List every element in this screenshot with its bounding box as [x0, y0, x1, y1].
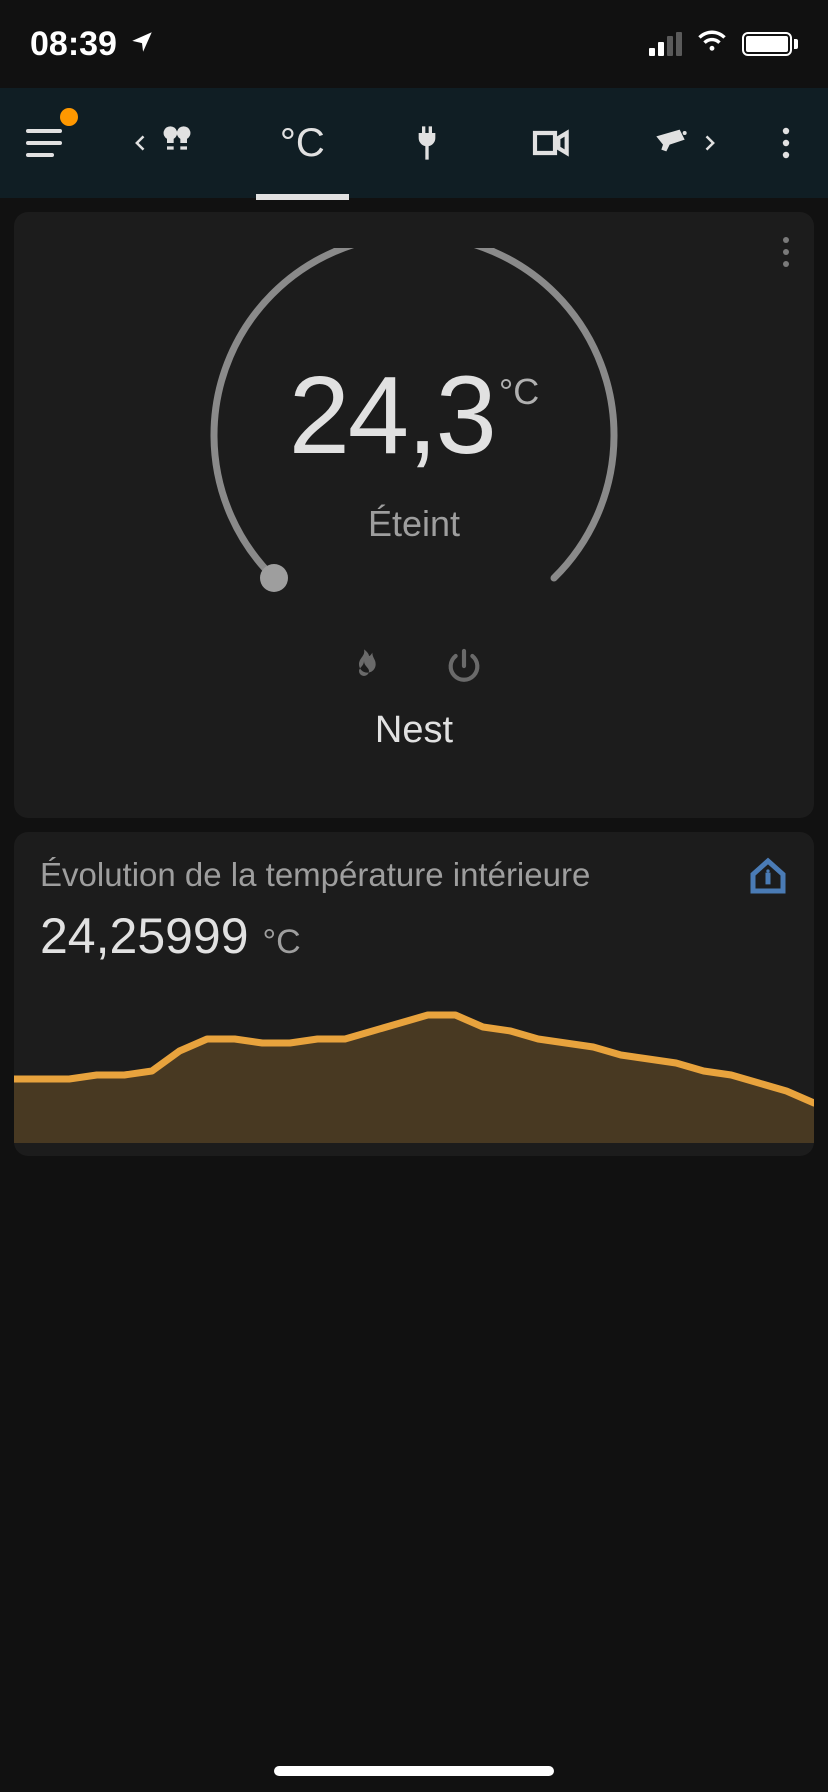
plug-icon: [407, 123, 447, 163]
status-bar: 08:39: [0, 0, 828, 88]
more-vert-icon: [782, 127, 790, 159]
thermostat-temperature: 24,3: [289, 361, 495, 471]
history-unit: °C: [263, 923, 301, 962]
status-time: 08:39: [30, 25, 117, 64]
thermostat-state: Éteint: [368, 503, 460, 545]
history-title: Évolution de la température intérieure: [40, 856, 590, 894]
home-indicator[interactable]: [274, 1766, 554, 1776]
thermostat-unit: °C: [499, 371, 539, 413]
top-nav: °C: [0, 88, 828, 198]
chevron-right-icon: [699, 133, 719, 153]
tab-camera[interactable]: [530, 123, 570, 163]
thermostat-dial[interactable]: 24,3 °C Éteint: [194, 248, 634, 628]
power-icon: [444, 646, 484, 686]
heat-mode-button[interactable]: [344, 646, 384, 691]
lightbulb-icon: [157, 123, 197, 163]
history-sparkline: [14, 983, 814, 1143]
tab-temperature[interactable]: °C: [280, 121, 325, 166]
battery-icon: [742, 32, 798, 56]
notification-dot-icon: [60, 108, 78, 126]
cellular-signal-icon: [649, 32, 682, 56]
cctv-icon: [653, 123, 693, 163]
location-icon: [129, 25, 155, 64]
more-vert-icon: [782, 236, 790, 268]
temperature-tab-label: °C: [280, 121, 325, 166]
chevron-left-icon: [131, 133, 151, 153]
overflow-menu-button[interactable]: [766, 123, 806, 163]
fire-icon: [344, 646, 384, 686]
tab-security[interactable]: [653, 123, 719, 163]
home-temperature-icon: [748, 856, 788, 901]
video-icon: [530, 123, 570, 163]
tab-lights[interactable]: [131, 123, 197, 163]
tab-power[interactable]: [407, 123, 447, 163]
wifi-icon: [696, 24, 728, 65]
history-value: 24,25999: [40, 907, 249, 965]
history-card[interactable]: Évolution de la température intérieure 2…: [14, 832, 814, 1156]
thermostat-card: 24,3 °C Éteint Nest: [14, 212, 814, 818]
power-mode-button[interactable]: [444, 646, 484, 691]
thermostat-name: Nest: [375, 709, 453, 752]
card-overflow-button[interactable]: [782, 236, 790, 273]
menu-button[interactable]: [22, 114, 84, 172]
